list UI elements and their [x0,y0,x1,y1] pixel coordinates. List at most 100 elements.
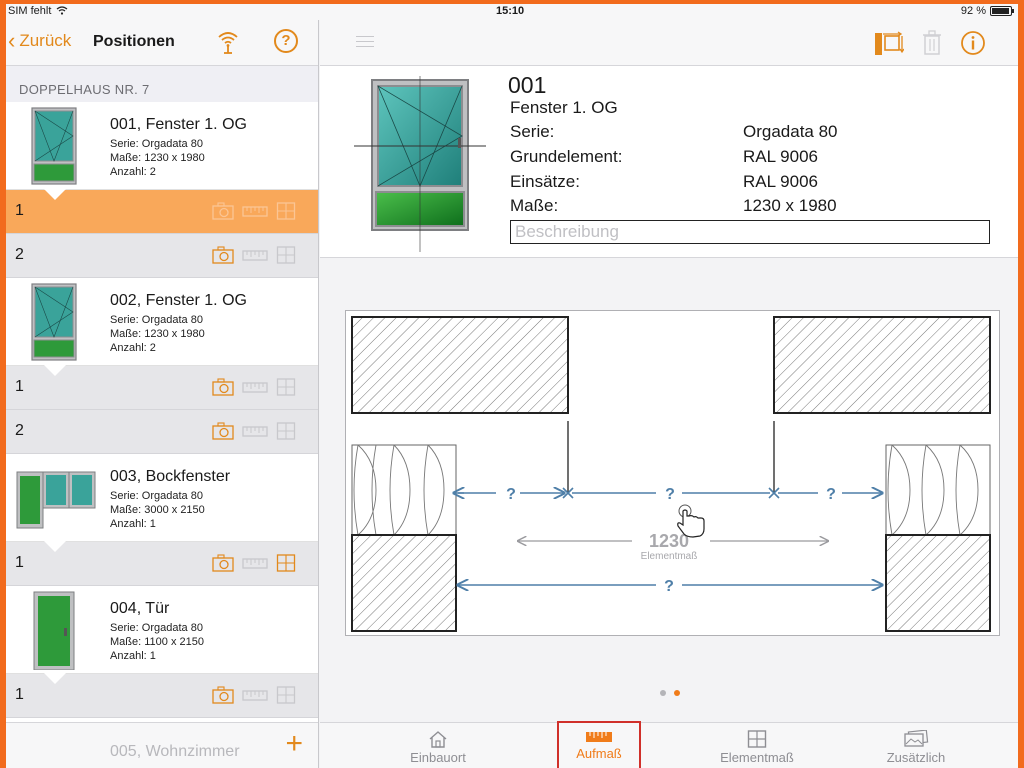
grid-icon[interactable] [276,202,296,220]
detail-pane: 001 Fenster 1. OG Serie: Orgadata 80 Gru… [320,20,1018,768]
page-indicator[interactable] [660,690,680,696]
clock: 15:10 [496,5,525,17]
ruler-icon[interactable] [242,554,268,572]
detail-actions [874,30,986,56]
camera-icon[interactable] [212,378,234,396]
grid-icon[interactable] [276,422,296,440]
detail-value-einsaetze: RAL 9006 [743,172,818,191]
page-dot-2[interactable] [674,690,680,696]
wall-block-bottom-left [351,534,457,632]
back-button[interactable]: ‹ Zurück [8,30,71,52]
ruler-icon[interactable] [242,246,268,264]
row-actions [212,686,296,704]
window-thumb-icon [31,107,77,185]
list-item[interactable]: 002, Fenster 1. OG Serie: Orgadata 80 Maße… [6,278,318,366]
battery-fill [992,8,1009,14]
sub-position-row[interactable]: 1 [6,541,318,586]
sub-position-number: 1 [15,202,24,219]
pointer-triangle [44,541,66,552]
trash-icon[interactable] [922,30,942,56]
ipad-screen: SIM fehlt 15:10 92 % ‹ Zurück Positionen [6,4,1018,768]
measure-frame-icon[interactable] [874,30,904,56]
wall-opening-diagram: ? ? ? 1230 Elementmaß ? [351,316,991,632]
item-masse: Maße: 1230 x 1980 [110,328,205,340]
detail-navbar [320,20,1018,66]
detail-value-masse: 1230 x 1980 [743,196,837,215]
sub-position-row[interactable]: 1 [6,189,318,234]
tab-einbauort-label: Einbauort [410,750,466,765]
detail-label-einsaetze: Einsätze: [510,172,580,191]
item-serie: Serie: Orgadata 80 [110,138,203,150]
tab-aufmass-label: Aufmaß [576,746,622,761]
tab-bar: Einbauort Aufmaß Elementmaß Zusätzlich [320,721,1018,768]
sub-position-row[interactable]: 2 [6,410,318,454]
item-anzahl: Anzahl: 1 [110,518,156,530]
item-title: 002, Fenster 1. OG [110,292,247,309]
menu-icon[interactable] [356,36,374,51]
tab-einbauort[interactable]: Einbauort [396,723,480,768]
camera-icon[interactable] [212,686,234,704]
section-header: DOPPELHAUS NR. 7 [6,66,318,102]
help-button[interactable]: ? [274,29,298,53]
ruler-icon[interactable] [242,422,268,440]
item-serie: Serie: Orgadata 80 [110,490,203,502]
window-preview-icon [354,76,486,252]
position-number: 001 [508,72,547,98]
ruler-icon[interactable] [242,378,268,396]
ruler-icon[interactable] [242,686,268,704]
item-masse: Maße: 1100 x 2150 [110,636,204,648]
item-anzahl: Anzahl: 2 [110,342,156,354]
item-serie: Serie: Orgadata 80 [110,314,203,326]
battery-indicator: 92 % [960,5,1014,17]
sync-signal-icon[interactable] [216,29,240,55]
list-item[interactable]: 004, Tür Serie: Orgadata 80 Maße: 1100 x 2… [6,586,318,674]
row-actions [212,246,296,264]
list-item[interactable]: 003, Bockfenster Serie: Orgadata 80 Maße: … [6,454,318,542]
grid-icon[interactable] [276,246,296,264]
position-detail: 001 Fenster 1. OG Serie: Orgadata 80 Gru… [320,66,1018,258]
sub-position-row[interactable]: 2 [6,234,318,278]
page-dot-1[interactable] [660,690,666,696]
wall-block-top-left [351,316,569,414]
tab-aufmass[interactable]: Aufmaß [557,721,641,768]
grid-icon[interactable] [276,686,296,704]
element-width-label: Elementmaß [641,551,698,562]
tab-zusaetzlich[interactable]: Zusätzlich [874,723,958,768]
camera-icon[interactable] [212,422,234,440]
camera-icon[interactable] [212,246,234,264]
description-field[interactable]: Beschreibung [510,220,990,244]
camera-icon[interactable] [212,554,234,572]
sub-position-row[interactable]: 1 [6,365,318,410]
window-thumb-icon [31,283,77,361]
question-mark-icon: ? [281,32,291,49]
camera-icon[interactable] [212,202,234,220]
detail-value-serie: Orgadata 80 [743,122,838,141]
wifi-status-icon [57,6,68,15]
measurement-drawing[interactable]: ? ? ? 1230 Elementmaß ? [345,310,1000,636]
positions-navbar: ‹ Zurück Positionen ? [6,20,318,66]
pointer-triangle [44,189,66,200]
item-masse: Maße: 1230 x 1980 [110,152,205,164]
item-masse: Maße: 3000 x 2150 [110,504,205,516]
ruler-icon[interactable] [242,202,268,220]
page-title: Positionen [93,33,175,50]
sub-position-number: 2 [15,422,24,439]
battery-percent: 92 % [960,5,986,17]
insulation-right [885,444,991,536]
positions-pane: ‹ Zurück Positionen ? DOPPELHAUS NR. 7 0… [6,20,319,768]
dim-unknown-center: ? [665,486,675,503]
positions-toolbar: 005, Wohnzimmer + [6,722,318,768]
item-anzahl: Anzahl: 2 [110,166,156,178]
grid-icon[interactable] [276,378,296,396]
info-icon[interactable] [960,30,986,56]
add-position-button[interactable]: + [285,729,303,759]
row-actions [212,202,296,220]
row-actions [212,422,296,440]
tab-elementmass[interactable]: Elementmaß [715,723,799,768]
sub-position-row[interactable]: 1 [6,673,318,718]
list-item[interactable]: 001, Fenster 1. OG Serie: Orgadata 80 Maße… [6,102,318,190]
grid-icon[interactable] [276,554,296,572]
row-actions [212,378,296,396]
carrier-label: SIM fehlt [8,5,68,17]
item-anzahl: Anzahl: 1 [110,650,156,662]
